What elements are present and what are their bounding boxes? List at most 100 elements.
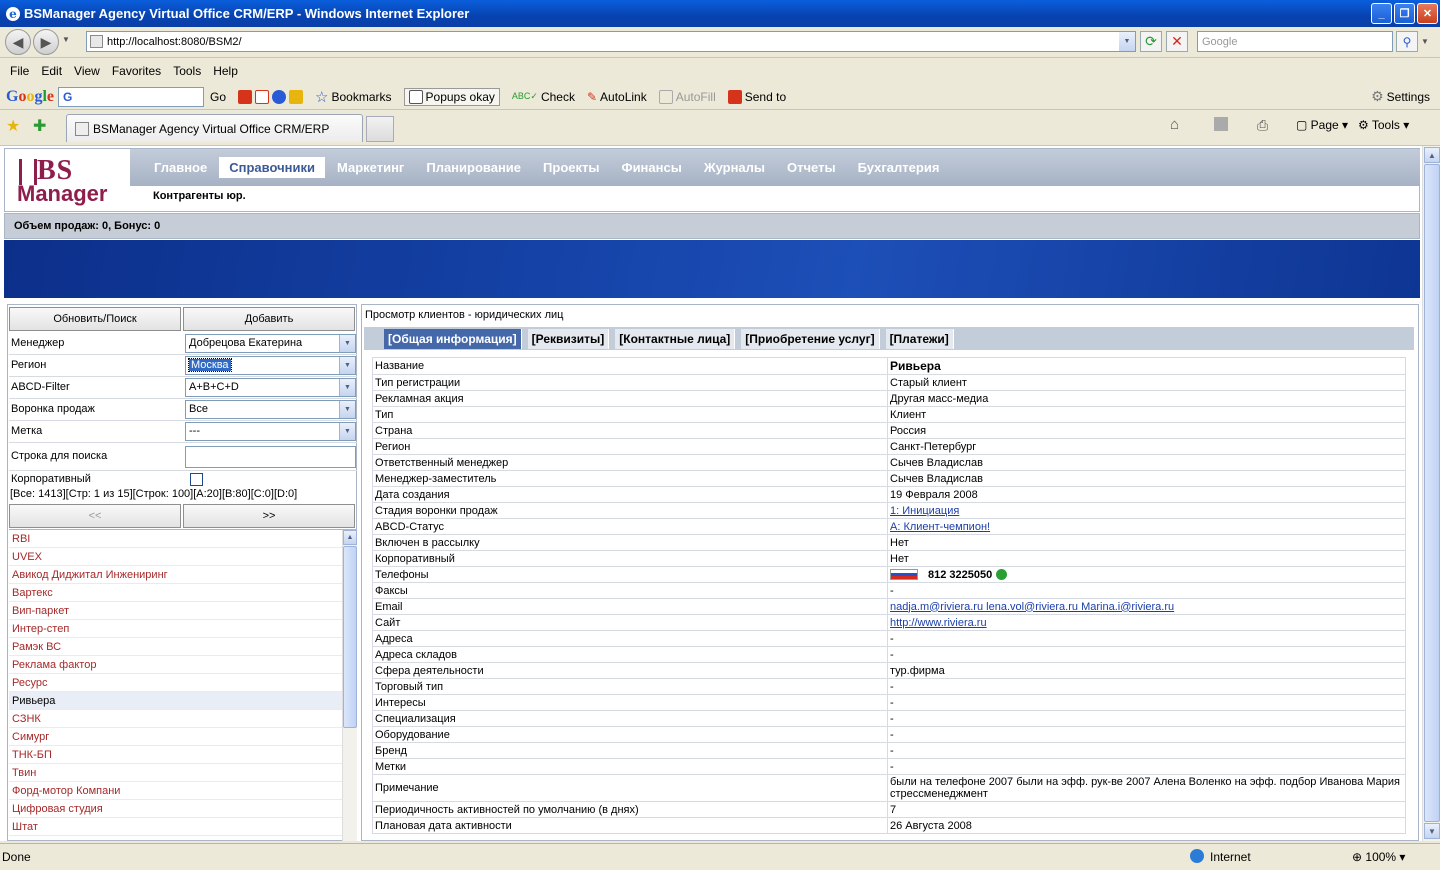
detail-value[interactable]: A: Клиент-чемпион!	[887, 518, 1406, 535]
chevron-down-icon[interactable]: ▼	[339, 401, 355, 418]
zoom-level[interactable]: ⊕ 100% ▾	[1352, 850, 1405, 864]
list-item[interactable]: Форд-мотор Компани	[9, 782, 357, 800]
list-item[interactable]: Штат	[9, 818, 357, 836]
list-item[interactable]: Рамэк ВС	[9, 638, 357, 656]
prev-page-button[interactable]: <<	[9, 504, 181, 528]
feeds-icon[interactable]	[1214, 117, 1228, 131]
search-string-input[interactable]	[185, 446, 356, 468]
menu-help[interactable]: Help	[213, 64, 238, 78]
list-item[interactable]: Симург	[9, 728, 357, 746]
address-dropdown-icon[interactable]: ▼	[1119, 32, 1135, 51]
list-item[interactable]: UVEX	[9, 548, 357, 566]
detail-link[interactable]: A: Клиент-чемпион!	[890, 521, 990, 533]
menu-file[interactable]: File	[10, 64, 29, 78]
scroll-down-icon[interactable]: ▼	[1424, 823, 1440, 839]
settings-button[interactable]: ⚙ Settings	[1371, 88, 1430, 105]
funnel-select[interactable]: Все ▼	[185, 400, 356, 419]
maximize-button[interactable]: ❐	[1394, 3, 1415, 24]
list-item[interactable]: Ресурс	[9, 674, 357, 692]
list-item[interactable]: Авикод Диджитал Инжениринг	[9, 566, 357, 584]
detail-value[interactable]: http://www.riviera.ru	[887, 614, 1406, 631]
list-item[interactable]: Вартекс	[9, 584, 357, 602]
list-item[interactable]: Реклама фактор	[9, 656, 357, 674]
history-dropdown-icon[interactable]: ▼	[62, 35, 70, 44]
google-go-button[interactable]: Go	[210, 90, 226, 104]
subnav-item[interactable]: Контрагенты юр.	[153, 190, 246, 202]
list-item[interactable]: Интер-степ	[9, 620, 357, 638]
page-menu-button[interactable]: ▢ Page ▾	[1296, 118, 1348, 132]
region-select[interactable]: Москва ▼	[185, 356, 356, 375]
minimize-button[interactable]: _	[1371, 3, 1392, 24]
news-icon[interactable]	[238, 89, 253, 104]
search-icon[interactable]: ⚲	[1396, 31, 1418, 52]
menu-tools[interactable]: Tools	[173, 64, 201, 78]
favorites-star-icon[interactable]: ★	[6, 116, 20, 136]
detail-value[interactable]: 1: Инициация	[887, 502, 1406, 519]
corporate-checkbox[interactable]	[190, 473, 203, 486]
sendto-button[interactable]: Send to	[727, 89, 786, 104]
list-scroll-thumb[interactable]	[343, 546, 357, 728]
nav-reports[interactable]: Отчеты	[777, 157, 846, 178]
nav-home[interactable]: Главное	[144, 157, 217, 178]
refresh-icon[interactable]: ⟳	[1140, 31, 1162, 52]
close-button[interactable]: ✕	[1417, 3, 1438, 24]
gmail-icon[interactable]	[255, 89, 270, 104]
nav-marketing[interactable]: Маркетинг	[327, 157, 414, 178]
window-title-bar[interactable]: e BSManager Agency Virtual Office CRM/ER…	[0, 0, 1440, 27]
manager-select[interactable]: Добрецова Екатерина ▼	[185, 334, 356, 353]
next-page-button[interactable]: >>	[183, 504, 355, 528]
nav-directories[interactable]: Справочники	[219, 157, 325, 178]
detail-value[interactable]: nadja.m@riviera.ru lena.vol@riviera.ru M…	[887, 598, 1406, 615]
puzzle-icon[interactable]	[289, 89, 304, 104]
forward-button[interactable]: ▶	[33, 29, 59, 55]
address-bar[interactable]: http://localhost:8080/BSM2/ ▼	[86, 31, 1136, 52]
add-favorites-icon[interactable]: ✚	[33, 116, 46, 136]
print-icon[interactable]: ⎙	[1257, 117, 1268, 134]
tab-requisites[interactable]: [Реквизиты]	[527, 328, 610, 349]
tab-payments[interactable]: [Платежи]	[885, 328, 954, 349]
refresh-search-button[interactable]: Обновить/Поиск	[9, 307, 181, 331]
browser-tab-active[interactable]: BSManager Agency Virtual Office CRM/ERP	[66, 114, 363, 142]
new-tab-button[interactable]	[366, 116, 394, 142]
chevron-down-icon[interactable]: ▼	[339, 335, 355, 352]
list-item-selected[interactable]: Ривьера	[9, 692, 357, 710]
nav-projects[interactable]: Проекты	[533, 157, 609, 178]
nav-finance[interactable]: Финансы	[611, 157, 691, 178]
search-input[interactable]: Google	[1197, 31, 1393, 52]
menu-edit[interactable]: Edit	[41, 64, 62, 78]
menu-favorites[interactable]: Favorites	[112, 64, 161, 78]
popups-button[interactable]: Popups okay	[403, 87, 500, 106]
chevron-down-icon[interactable]: ▼	[339, 357, 355, 374]
tab-general-info[interactable]: [Общая информация]	[384, 328, 522, 349]
chevron-down-icon[interactable]: ▼	[339, 423, 355, 440]
page-scroll-thumb[interactable]	[1424, 164, 1440, 822]
tab-services[interactable]: [Приобретение услуг]	[741, 328, 880, 349]
list-item[interactable]: Твин	[9, 764, 357, 782]
detail-link[interactable]: nadja.m@riviera.ru lena.vol@riviera.ru M…	[890, 601, 1174, 613]
nav-journals[interactable]: Журналы	[694, 157, 775, 178]
menu-view[interactable]: View	[74, 64, 100, 78]
search-options-icon[interactable]: ▼	[1421, 37, 1429, 46]
autolink-button[interactable]: ✎ AutoLink	[587, 90, 647, 104]
list-item[interactable]: Вип-паркет	[9, 602, 357, 620]
google-search-input[interactable]: G	[58, 86, 205, 107]
nav-planning[interactable]: Планирование	[416, 157, 531, 178]
detail-link[interactable]: http://www.riviera.ru	[890, 617, 987, 629]
scroll-up-icon[interactable]: ▲	[343, 530, 357, 545]
nav-accounting[interactable]: Бухгалтерия	[848, 157, 950, 178]
tag-select[interactable]: --- ▼	[185, 422, 356, 441]
home-icon[interactable]: ⌂	[1170, 116, 1179, 133]
detail-link[interactable]: 1: Инициация	[890, 505, 959, 517]
list-item[interactable]: СЗНК	[9, 710, 357, 728]
bookmarks-button[interactable]: ☆ Bookmarks	[315, 88, 391, 106]
scroll-up-icon[interactable]: ▲	[1424, 147, 1440, 163]
bsmanager-logo[interactable]: BS Manager	[15, 153, 115, 206]
list-item[interactable]: ТНК-БП	[9, 746, 357, 764]
earth-icon[interactable]	[272, 89, 287, 104]
stop-icon[interactable]: ✕	[1166, 31, 1188, 52]
list-scrollbar[interactable]: ▲	[342, 530, 357, 841]
list-item[interactable]: RBI	[9, 530, 357, 548]
spellcheck-button[interactable]: ABC✓ Check	[512, 90, 575, 104]
call-icon[interactable]	[996, 569, 1008, 581]
tab-contacts[interactable]: [Контактные лица]	[615, 328, 736, 349]
